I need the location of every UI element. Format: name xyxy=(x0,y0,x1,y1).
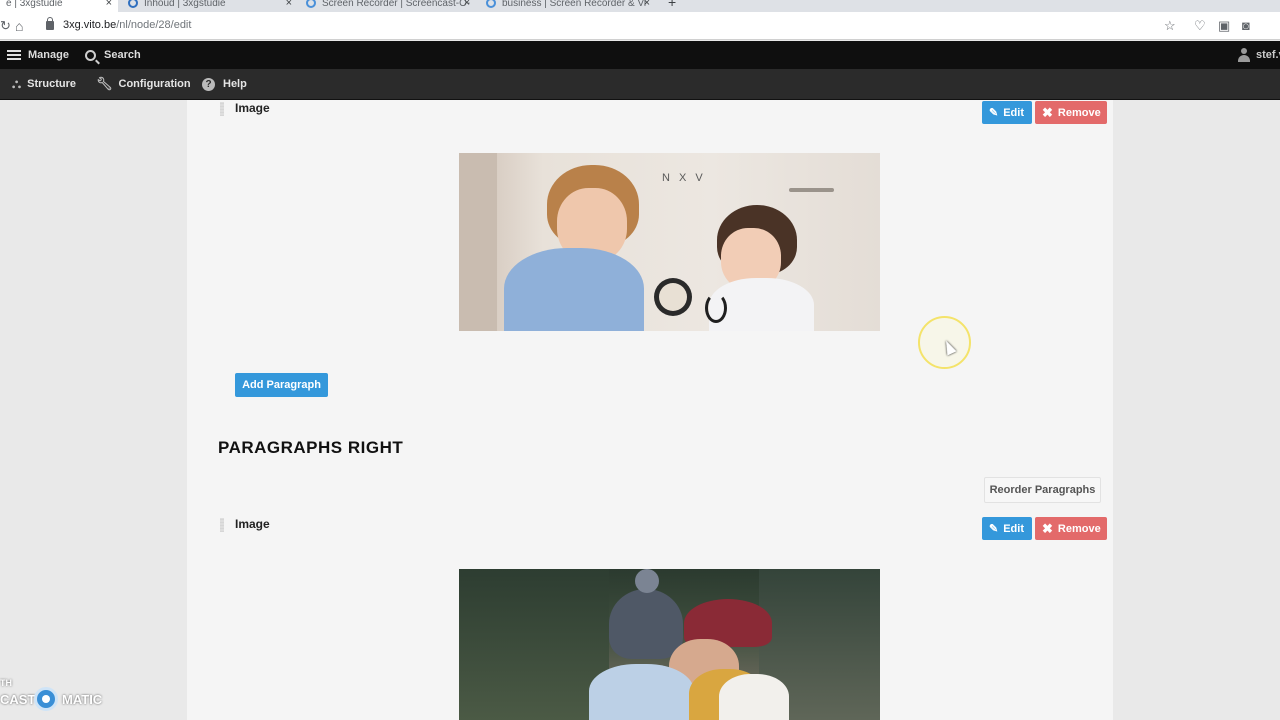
section-title: PARAGRAPHS RIGHT xyxy=(218,438,404,457)
remove-paragraph-button[interactable]: ✖ Remove xyxy=(1035,517,1107,540)
close-icon: ✖ xyxy=(1042,520,1053,536)
edit-label: Edit xyxy=(1003,106,1024,119)
new-tab-button[interactable]: + xyxy=(668,0,676,10)
help-menu-item[interactable]: ? Help xyxy=(202,69,247,99)
tab-title: e | 3xgstudie xyxy=(6,0,63,9)
paragraph-type-label: Image xyxy=(235,101,270,115)
admin-toolbar-tray: ⛬ Structure 🔧︎ Configuration ? Help xyxy=(0,69,1280,100)
url-path: /nl/node/28/edit xyxy=(116,19,192,31)
wrench-icon: 🔧︎ xyxy=(96,76,113,91)
browser-tab-active[interactable]: e | 3xgstudie × xyxy=(0,0,118,12)
user-name: stef.v xyxy=(1256,49,1280,61)
watermark-left-text: CAST xyxy=(0,692,36,707)
lock-icon xyxy=(46,16,54,30)
browser-tab-strip: e | 3xgstudie × Inhoud | 3xgstudie × Scr… xyxy=(0,0,1280,12)
image-sign-text: N X V xyxy=(662,172,706,184)
favicon-icon xyxy=(128,0,138,8)
search-icon xyxy=(85,49,96,61)
favicon-icon xyxy=(306,0,316,8)
close-tab-icon[interactable]: × xyxy=(464,0,470,9)
tab-title: business | Screen Recorder & Vi xyxy=(502,0,647,9)
browser-tab[interactable]: Inhoud | 3xgstudie × xyxy=(128,0,296,12)
drag-handle-icon[interactable] xyxy=(220,102,224,116)
admin-toolbar: Manage Search stef.v xyxy=(0,41,1280,69)
paragraph-image-children-doctor: N X V xyxy=(459,153,880,331)
pocket-icon[interactable]: ♡ xyxy=(1194,18,1206,34)
structure-icon: ⛬ xyxy=(12,76,22,91)
edit-paragraph-button[interactable]: ✎ Edit xyxy=(982,517,1032,540)
url-field[interactable]: 3xg.vito.be /nl/node/28/edit xyxy=(46,16,192,31)
search-label: Search xyxy=(104,49,141,61)
watermark-small-text: TH xyxy=(0,678,12,688)
tab-title: Screen Recorder | Screencast-O- xyxy=(322,0,471,9)
structure-label: Structure xyxy=(27,78,77,90)
reorder-paragraphs-button[interactable]: Reorder Paragraphs xyxy=(984,477,1101,503)
user-icon xyxy=(1238,48,1250,62)
close-tab-icon[interactable]: × xyxy=(106,0,112,9)
hamburger-icon xyxy=(7,49,21,61)
remove-label: Remove xyxy=(1057,106,1101,119)
remove-label: Remove xyxy=(1057,522,1101,535)
watermark-right-text: MATIC xyxy=(62,692,103,707)
configuration-label: Configuration xyxy=(118,78,191,90)
node-edit-content: Image ✎ Edit ✖ Remove N X V Add Paragrap… xyxy=(187,100,1113,720)
configuration-menu-item[interactable]: 🔧︎ Configuration xyxy=(96,69,191,99)
pencil-icon: ✎ xyxy=(989,523,999,535)
url-host: 3xg.vito.be xyxy=(63,19,117,31)
extension-icon[interactable]: ▣ xyxy=(1218,18,1230,34)
user-menu-button[interactable]: stef.v xyxy=(1238,41,1280,69)
help-icon: ? xyxy=(202,77,215,91)
recorder-watermark: TH CAST MATIC xyxy=(0,676,120,720)
edit-paragraph-button[interactable]: ✎ Edit xyxy=(982,101,1032,124)
close-tab-icon[interactable]: × xyxy=(644,0,650,9)
home-icon[interactable]: ⌂ xyxy=(15,18,23,34)
address-bar: ↻ ⌂ 3xg.vito.be /nl/node/28/edit ☆ ♡ ▣ ◙ xyxy=(0,12,1280,40)
paragraph-type-label: Image xyxy=(235,517,270,531)
close-icon: ✖ xyxy=(1042,104,1053,120)
watermark-logo-icon xyxy=(34,687,58,711)
close-tab-icon[interactable]: × xyxy=(286,0,292,9)
paragraph-image-mother-child xyxy=(459,569,880,720)
manage-menu-button[interactable]: Manage xyxy=(7,41,69,69)
structure-menu-item[interactable]: ⛬ Structure xyxy=(12,69,76,99)
drag-handle-icon[interactable] xyxy=(220,518,224,532)
bookmark-star-icon[interactable]: ☆ xyxy=(1164,18,1176,34)
favicon-icon xyxy=(486,0,496,8)
help-label: Help xyxy=(223,78,247,90)
tab-title: Inhoud | 3xgstudie xyxy=(144,0,226,9)
search-button[interactable]: Search xyxy=(85,41,141,69)
camera-icon[interactable]: ◙ xyxy=(1242,18,1250,33)
add-paragraph-button[interactable]: Add Paragraph xyxy=(235,373,328,397)
pencil-icon: ✎ xyxy=(989,107,999,119)
reload-icon[interactable]: ↻ xyxy=(0,18,11,34)
browser-tab[interactable]: Screen Recorder | Screencast-O- × xyxy=(306,0,472,12)
manage-label: Manage xyxy=(28,49,69,61)
edit-label: Edit xyxy=(1003,522,1024,535)
remove-paragraph-button[interactable]: ✖ Remove xyxy=(1035,101,1107,124)
browser-tab[interactable]: business | Screen Recorder & Vi × xyxy=(486,0,652,12)
